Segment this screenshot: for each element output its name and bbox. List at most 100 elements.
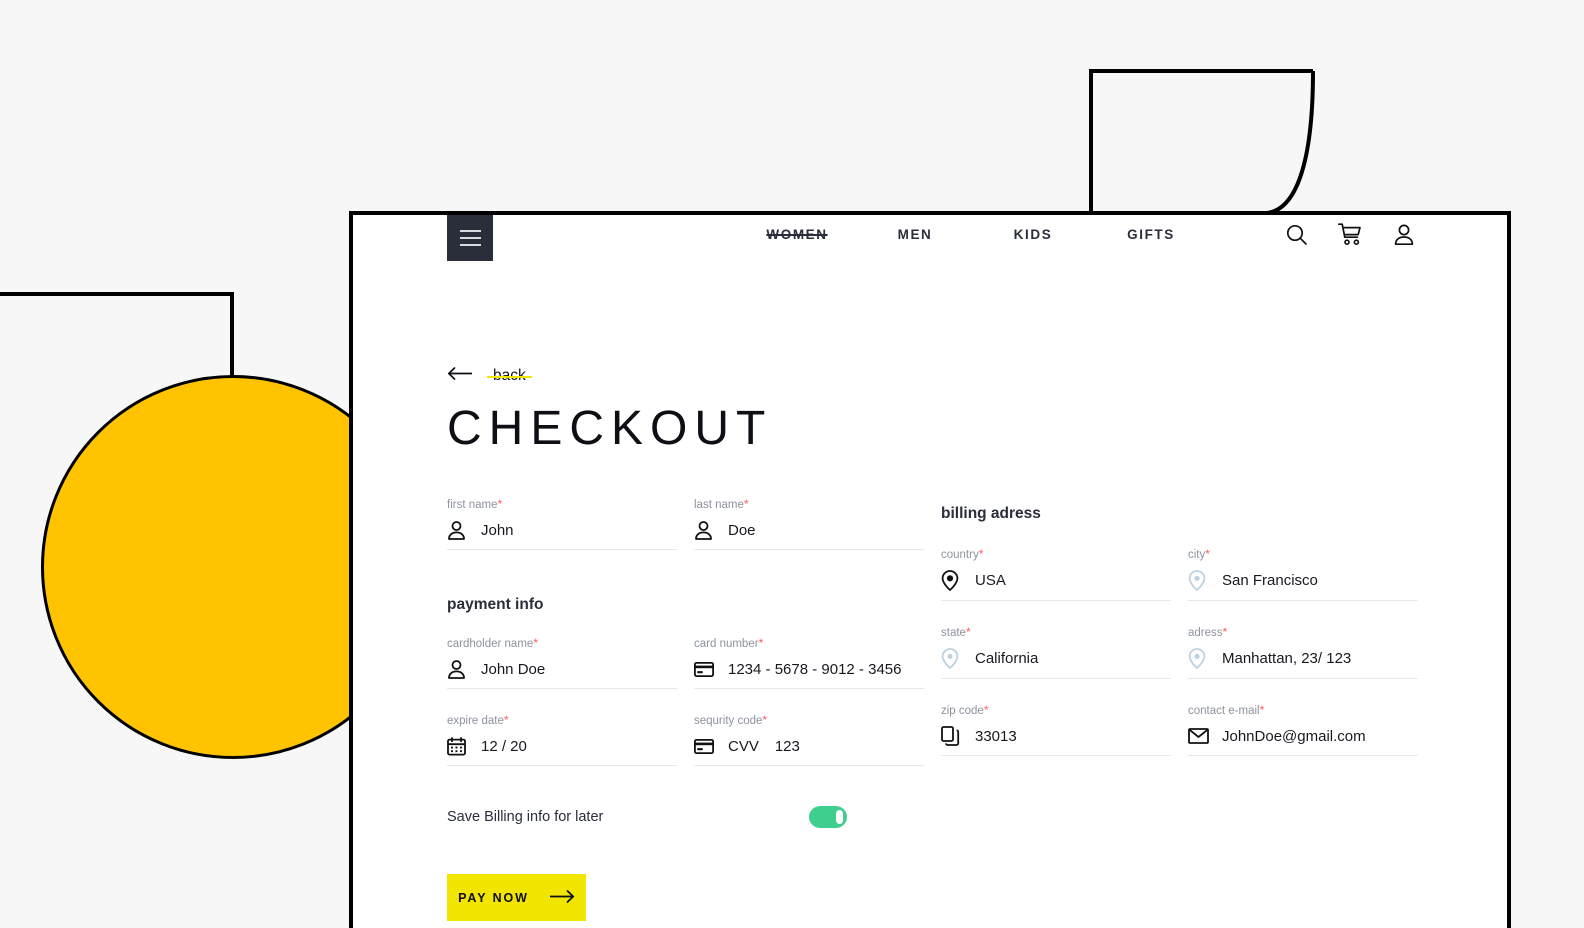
value-security-code: CVV 123 (728, 738, 800, 755)
input-expire-date[interactable]: 12 / 20 (447, 736, 677, 766)
decorative-rect-arc-shape (1089, 69, 1319, 215)
input-card-number[interactable]: 1234 - 5678 - 9012 - 3456 (693, 659, 924, 689)
field-label-first-name: first name* (447, 497, 694, 511)
header-icon-group (1285, 223, 1415, 246)
required-asterisk: * (983, 703, 989, 717)
toggle-knob (836, 810, 843, 824)
save-billing-row: Save Billing info for later (447, 806, 847, 828)
value-contact-email: JohnDoe@gmail.com (1222, 727, 1366, 745)
checkout-main-content: back CHECKOUT first name* John last name… (447, 367, 1447, 921)
input-security-code[interactable]: CVV 123 (693, 736, 924, 766)
billing-address-column: billing adress country * USA city* San Fr… (941, 497, 1435, 790)
field-label-contact-email: contact e-mail* (1188, 703, 1435, 717)
input-first-name[interactable]: John (447, 520, 677, 550)
field-country: country* USA (941, 547, 1188, 601)
label-text: city (1188, 549, 1206, 561)
input-cardholder-name[interactable]: John Doe (447, 659, 677, 689)
user-account-icon[interactable] (1393, 223, 1415, 246)
person-icon (447, 520, 467, 540)
field-label-zip-code: zip code* (941, 703, 1188, 717)
name-fields-row: first name* John last name* Doe (447, 497, 941, 574)
nav-link-men[interactable]: MEN (856, 227, 974, 242)
expiry-security-row: expire date* 12 / 20 sequrity code* CVV … (447, 713, 941, 790)
back-link[interactable]: back (447, 367, 532, 385)
section-heading-billing-address: billing adress (941, 505, 1041, 522)
section-heading-payment-info: payment info (447, 596, 544, 613)
value-address: Manhattan, 23/ 123 (1222, 650, 1352, 667)
save-billing-toggle[interactable] (809, 806, 847, 828)
label-text: cardholder name (447, 638, 534, 650)
security-code-value: 123 (774, 737, 800, 755)
state-address-row: state* California adress* Manhattan, 23/… (941, 625, 1435, 703)
value-city: San Francisco (1222, 572, 1318, 589)
country-city-row: country * USA city* San Francisco (941, 547, 1435, 625)
required-asterisk: * (503, 713, 509, 727)
field-city: city* San Francisco (1188, 547, 1435, 601)
input-state[interactable]: California (941, 648, 1171, 679)
required-asterisk: * (1205, 547, 1210, 561)
hamburger-menu-button[interactable] (447, 215, 493, 261)
required-asterisk: * (533, 636, 538, 650)
required-asterisk: * (762, 713, 768, 727)
arrow-left-icon (447, 367, 473, 385)
required-asterisk: * (497, 497, 503, 511)
input-address[interactable]: Manhattan, 23/ 123 (1188, 648, 1418, 679)
nav-link-gifts[interactable]: GIFTS (1092, 227, 1210, 242)
input-country[interactable]: USA (941, 570, 1171, 601)
value-cardholder-name: John Doe (481, 660, 546, 678)
nav-link-kids[interactable]: KIDS (974, 227, 1092, 242)
label-text: contact e-mail (1188, 705, 1260, 717)
security-code-prefix: CVV (728, 737, 759, 755)
hamburger-icon-line (459, 230, 481, 232)
field-label-cardholder-name: cardholder name* (447, 636, 694, 650)
browser-window-frame: WOMEN MEN KIDS GIFTS back CHECKOUT first… (349, 211, 1511, 928)
field-label-state: state* (941, 625, 1188, 639)
value-zip-code: 33013 (975, 727, 1017, 745)
label-text: state (941, 627, 966, 639)
copy-documents-icon (941, 726, 961, 746)
search-icon[interactable] (1285, 223, 1308, 246)
field-label-card-number: card number* (694, 636, 941, 650)
required-asterisk: * (1259, 703, 1265, 717)
person-icon (447, 659, 467, 679)
credit-card-icon (693, 738, 715, 754)
envelope-icon (1188, 728, 1209, 744)
card-fields-row: cardholder name* John Doe card number* 1… (447, 636, 941, 713)
label-text: adress (1188, 627, 1223, 639)
value-expire-date: 12 / 20 (481, 737, 527, 755)
field-label-city: city* (1188, 547, 1435, 561)
map-pin-outline-icon (1188, 570, 1208, 592)
calendar-icon (447, 736, 467, 756)
back-link-label: back (487, 367, 532, 385)
field-first-name: first name* John (447, 497, 694, 550)
value-first-name: John (481, 521, 514, 539)
field-card-number: card number* 1234 - 5678 - 9012 - 3456 (693, 636, 941, 689)
checkout-form: first name* John last name* Doe payment … (447, 497, 1447, 790)
field-zip-code: zip code* 33013 (941, 703, 1188, 756)
field-security-code: sequrity code* CVV 123 (693, 713, 941, 766)
label-text: sequrity code (694, 715, 763, 727)
required-asterisk: * (965, 625, 971, 639)
primary-navigation: WOMEN MEN KIDS GIFTS (738, 227, 1210, 242)
field-contact-email: contact e-mail* JohnDoe@gmail.com (1188, 703, 1435, 756)
input-zip-code[interactable]: 33013 (941, 726, 1171, 756)
field-address: adress* Manhattan, 23/ 123 (1188, 625, 1435, 679)
arrow-right-icon (549, 889, 575, 906)
cart-icon[interactable] (1337, 223, 1363, 246)
pay-now-label: PAY NOW (458, 890, 529, 905)
screenshot-root: WOMEN MEN KIDS GIFTS back CHECKOUT first… (0, 0, 1584, 928)
label-text: country (941, 549, 979, 561)
field-cardholder-name: cardholder name* John Doe (447, 636, 694, 689)
required-asterisk: * (1222, 625, 1228, 639)
label-text: card number (694, 638, 759, 650)
input-last-name[interactable]: Doe (694, 520, 924, 550)
input-contact-email[interactable]: JohnDoe@gmail.com (1188, 726, 1418, 756)
site-header: WOMEN MEN KIDS GIFTS (353, 215, 1507, 287)
hamburger-icon-line (459, 237, 481, 239)
input-city[interactable]: San Francisco (1188, 570, 1418, 601)
map-pin-outline-icon (1188, 648, 1208, 670)
nav-link-women[interactable]: WOMEN (738, 227, 856, 242)
pay-now-button[interactable]: PAY NOW (447, 874, 586, 921)
map-pin-outline-icon (941, 648, 961, 670)
required-asterisk: * (758, 636, 764, 650)
